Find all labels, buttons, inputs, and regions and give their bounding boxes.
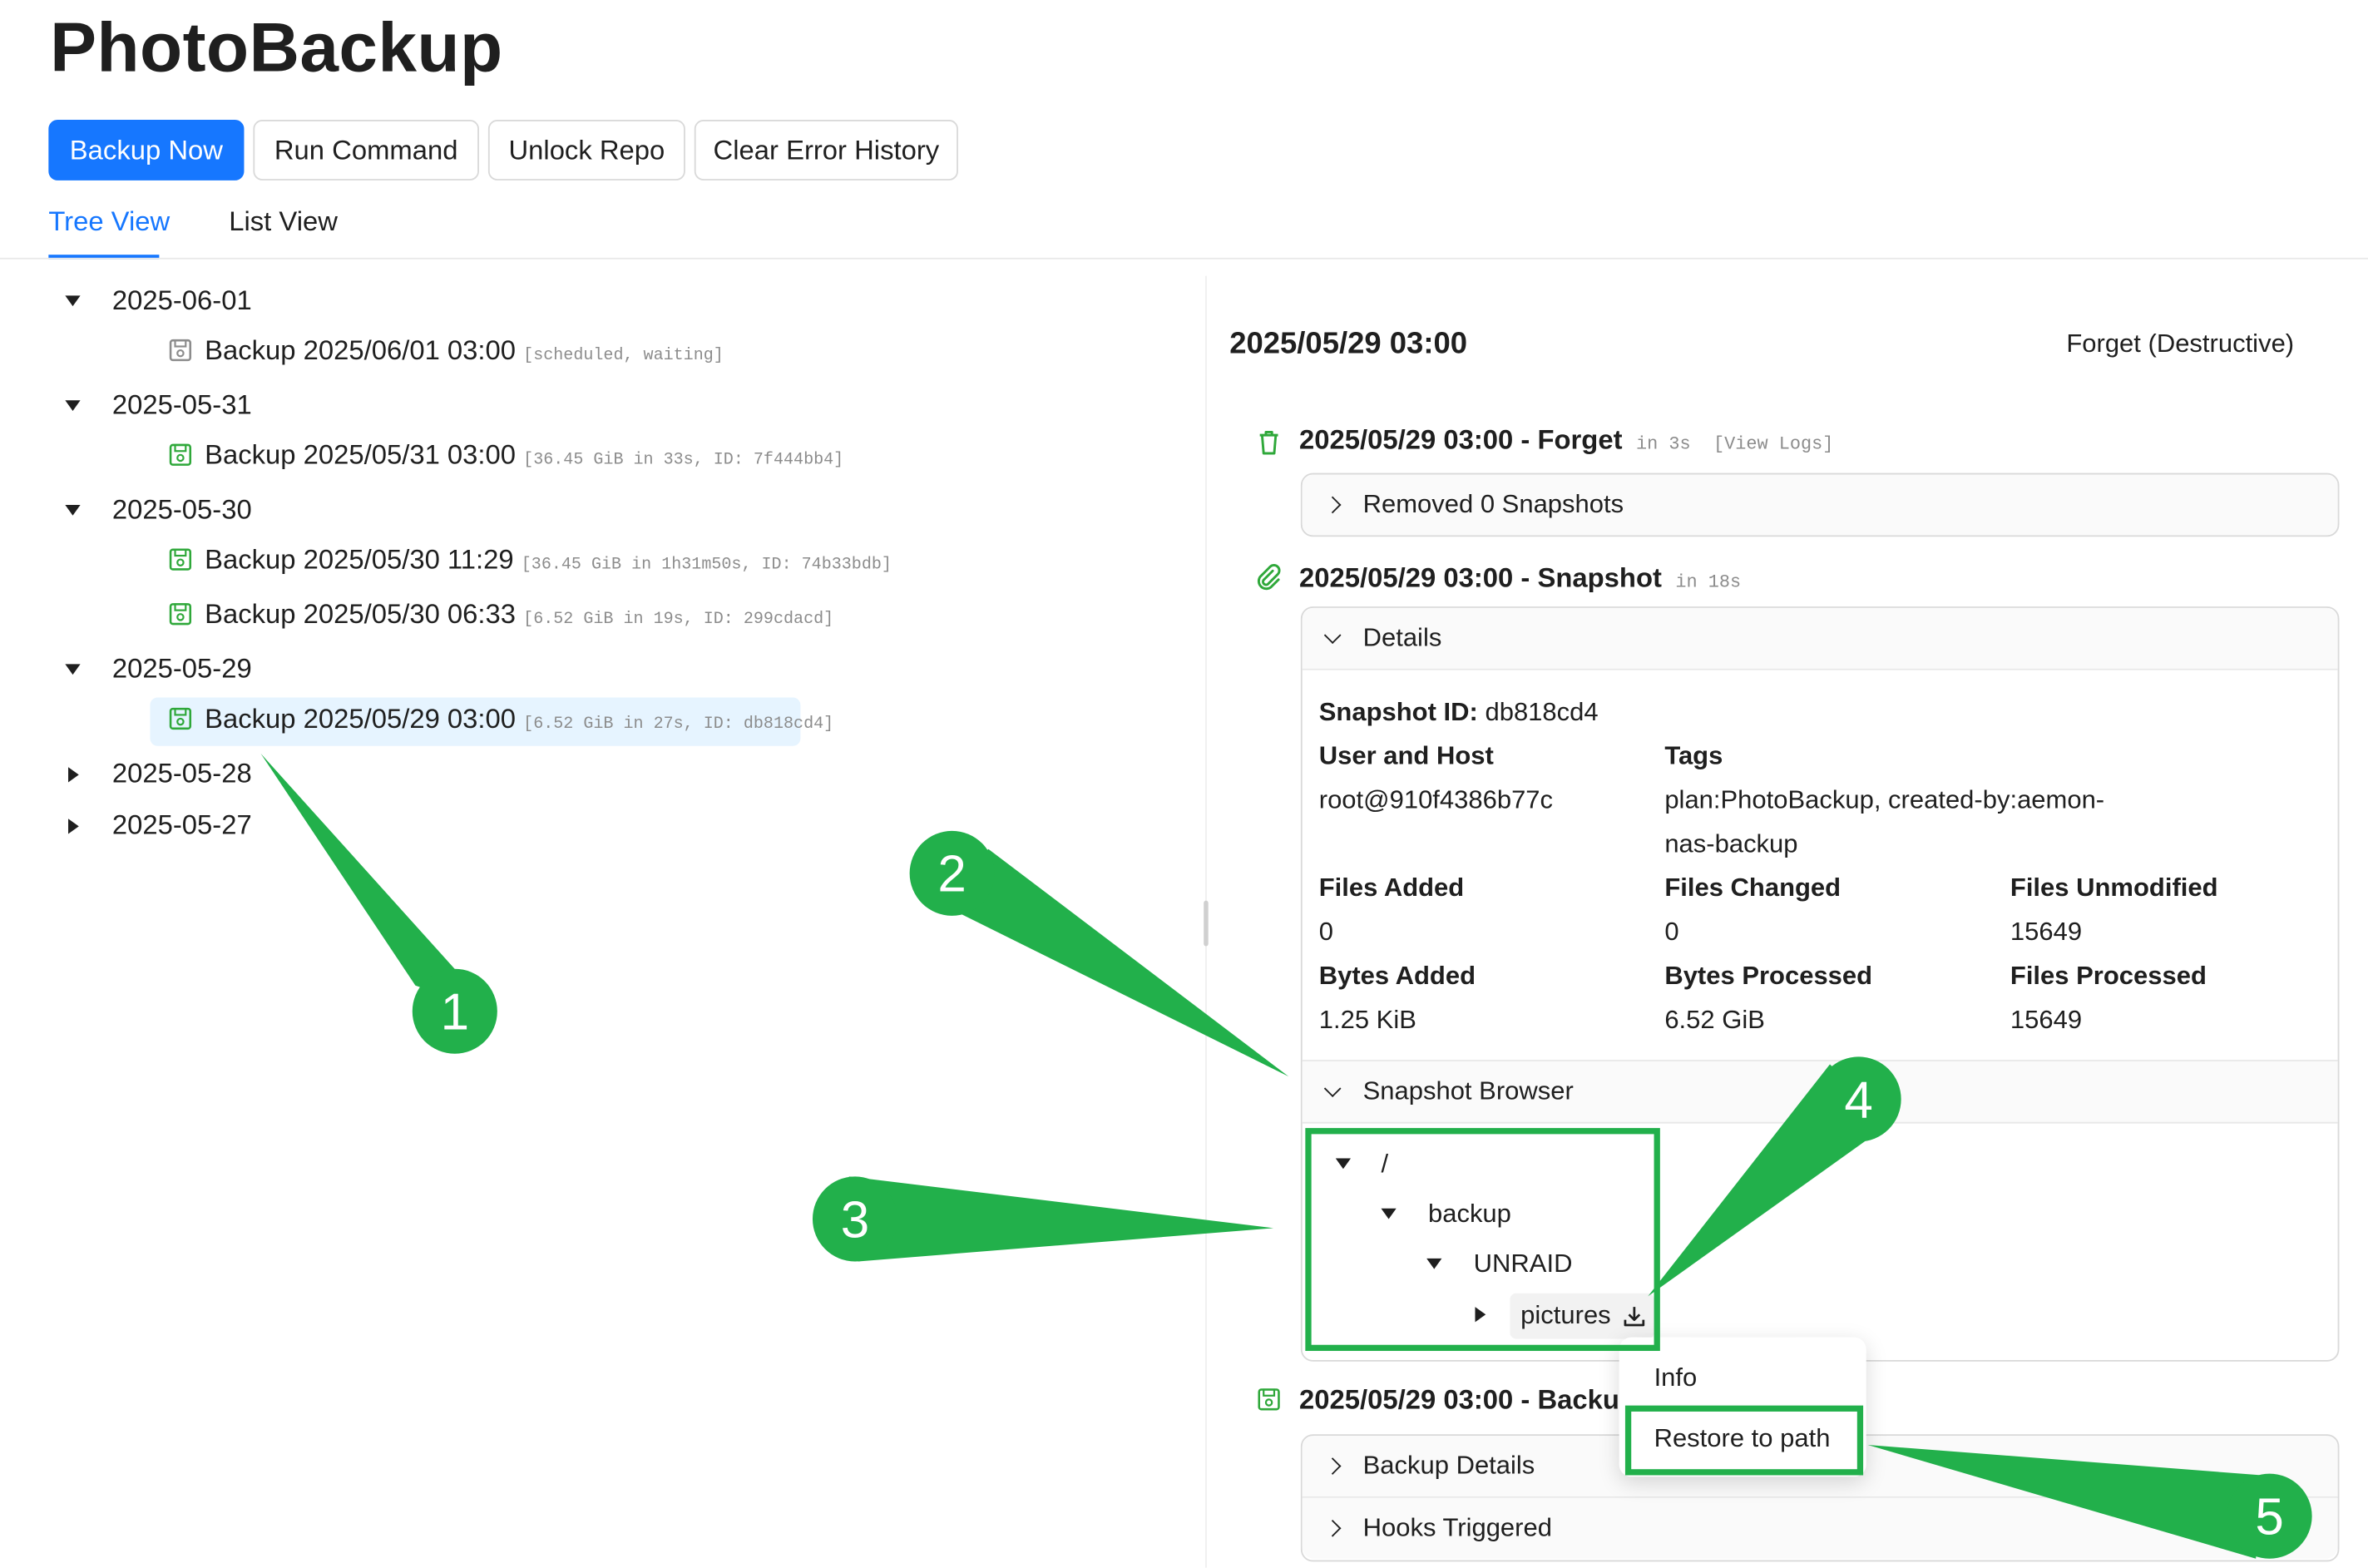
run-command-button[interactable]: Run Command [253, 119, 479, 181]
forget-op-title: 2025/05/29 03:00 - Forget [1299, 424, 1623, 455]
tags-value-line1: plan:PhotoBackup, created-by:aemon- [1664, 785, 2105, 814]
snapshot-id-row: Snapshot ID: db818cd4 [1319, 697, 1599, 727]
tree-day-2025-05-29[interactable]: 2025-05-29 [112, 654, 252, 685]
tree-backup-item-selected[interactable]: Backup 2025/05/29 03:00 [6.52 GiB in 27s… [205, 704, 833, 735]
tab-tree-view[interactable]: Tree View [48, 206, 170, 238]
save-icon [169, 443, 192, 466]
hooks-triggered-header[interactable]: Hooks Triggered [1302, 1497, 2338, 1559]
snapshot-id-label: Snapshot ID: [1318, 697, 1478, 727]
caret-down-icon[interactable] [65, 295, 81, 307]
save-icon [169, 339, 192, 362]
unlock-repo-button[interactable]: Unlock Repo [487, 119, 685, 181]
tree-backup-meta: [6.52 GiB in 27s, ID: db818cd4] [523, 715, 834, 735]
chevron-down-icon [1323, 1080, 1342, 1098]
tree-day-2025-05-31[interactable]: 2025-05-31 [112, 389, 252, 421]
caret-down-icon[interactable] [65, 504, 81, 516]
caret-down-icon[interactable] [65, 400, 81, 411]
tree-backup-item[interactable]: Backup 2025/05/30 11:29 [36.45 GiB in 1h… [205, 544, 892, 576]
tree-backup-meta: [scheduled, waiting] [523, 347, 724, 366]
chevron-right-icon [1323, 1519, 1342, 1537]
files-added-value: 0 [1318, 917, 1334, 947]
detail-title: 2025/05/29 03:00 [1229, 327, 1468, 361]
snapshot-id-value: db818cd4 [1485, 697, 1599, 727]
snapshot-browser-label: Snapshot Browser [1362, 1076, 1574, 1106]
files-added-label: Files Added [1318, 873, 1465, 903]
trash-icon [1259, 431, 1278, 455]
bytes-processed-label: Bytes Processed [1664, 961, 1873, 991]
callout-1-number: 1 [441, 984, 469, 1041]
bytes-added-value: 1.25 KiB [1318, 1005, 1416, 1035]
user-host-label: User and Host [1318, 741, 1494, 770]
files-unmodified-label: Files Unmodified [2010, 873, 2218, 903]
chevron-down-icon [1323, 626, 1342, 645]
tree-backup-meta: [6.52 GiB in 19s, ID: 299cdacd] [523, 611, 834, 630]
forget-op-duration: in 3s [1635, 433, 1691, 455]
snapshot-browser-header[interactable]: Snapshot Browser [1302, 1060, 2338, 1124]
files-processed-value: 15649 [2010, 1005, 2083, 1035]
save-icon [1258, 1388, 1280, 1411]
caret-right-icon[interactable] [68, 767, 79, 783]
tree-backup-meta: [36.45 GiB in 33s, ID: 7f444bb4] [523, 452, 844, 471]
annotation-box-restore [1624, 1405, 1864, 1476]
save-icon [169, 548, 192, 571]
forget-destructive-button[interactable]: Forget (Destructive) [2066, 329, 2294, 359]
save-icon [169, 603, 192, 626]
tree-backup-label: Backup 2025/05/31 03:00 [205, 439, 517, 471]
forget-collapse-header[interactable]: Removed 0 Snapshots [1302, 474, 2338, 536]
tree-day-2025-06-01[interactable]: 2025-06-01 [112, 285, 252, 317]
tags-value-line2: nas-backup [1664, 829, 1798, 858]
files-processed-label: Files Processed [2010, 961, 2207, 991]
callout-2: 2 [909, 830, 1289, 1077]
tree-backup-label: Backup 2025/05/30 11:29 [205, 544, 514, 575]
tree-day-2025-05-27[interactable]: 2025-05-27 [112, 809, 252, 841]
forget-op-header: 2025/05/29 03:00 - Forget in 3s [View Lo… [1299, 424, 1833, 456]
files-changed-label: Files Changed [1664, 873, 1842, 903]
callout-3-number: 3 [841, 1191, 869, 1249]
clear-error-history-button[interactable]: Clear Error History [694, 119, 958, 181]
details-header[interactable]: Details [1302, 607, 2338, 670]
caret-right-icon[interactable] [68, 819, 79, 834]
tab-list-view[interactable]: List View [229, 206, 338, 238]
tree-day-2025-05-28[interactable]: 2025-05-28 [112, 758, 252, 789]
tree-backup-meta: [36.45 GiB in 1h31m50s, ID: 74b33bdb] [521, 556, 892, 575]
tree-backup-label: Backup 2025/06/01 03:00 [205, 334, 517, 366]
snapshot-op-title: 2025/05/29 03:00 - Snapshot [1299, 562, 1662, 593]
bytes-processed-value: 6.52 GiB [1664, 1005, 1765, 1035]
tags-label: Tags [1664, 741, 1723, 770]
tree-backup-label: Backup 2025/05/29 03:00 [205, 703, 517, 735]
context-menu-info[interactable]: Info [1654, 1363, 1698, 1393]
backup-now-button[interactable]: Backup Now [48, 119, 245, 181]
files-unmodified-value: 15649 [2010, 917, 2083, 947]
view-logs-link[interactable]: [View Logs] [1713, 433, 1833, 455]
backup-op-title: 2025/05/29 03:00 - Backu [1299, 1384, 1619, 1415]
files-changed-value: 0 [1664, 917, 1679, 947]
caret-down-icon[interactable] [65, 664, 81, 675]
app-title: PhotoBackup [50, 7, 503, 87]
bytes-added-label: Bytes Added [1318, 961, 1476, 991]
annotation-box-snapshot-tree [1305, 1128, 1660, 1352]
forget-collapse[interactable]: Removed 0 Snapshots [1300, 472, 2340, 537]
splitter-handle[interactable] [1204, 900, 1209, 947]
tree-backup-item[interactable]: Backup 2025/06/01 03:00 [scheduled, wait… [205, 335, 724, 367]
snapshot-op-header: 2025/05/29 03:00 - Snapshot in 18s [1299, 562, 1741, 594]
snapshot-op-duration: in 18s [1675, 571, 1742, 593]
tabs-divider [0, 257, 2368, 260]
chevron-right-icon [1323, 496, 1342, 514]
callout-2-number: 2 [937, 846, 966, 903]
tree-backup-item[interactable]: Backup 2025/05/30 06:33 [6.52 GiB in 19s… [205, 599, 833, 631]
hooks-triggered-label: Hooks Triggered [1362, 1513, 1552, 1542]
chevron-right-icon [1323, 1457, 1342, 1475]
details-label: Details [1362, 623, 1442, 652]
callout-1: 1 [260, 753, 497, 1054]
backup-details-label: Backup Details [1362, 1451, 1535, 1480]
tree-day-2025-05-30[interactable]: 2025-05-30 [112, 494, 252, 526]
callout-3: 3 [812, 1176, 1274, 1262]
save-icon [169, 707, 192, 730]
tree-backup-label: Backup 2025/05/30 06:33 [205, 598, 517, 630]
user-host-value: root@910f4386b77c [1318, 785, 1554, 814]
tree-backup-item[interactable]: Backup 2025/05/31 03:00 [36.45 GiB in 33… [205, 440, 843, 472]
paperclip-icon [1257, 564, 1281, 591]
removed-snapshots-label: Removed 0 Snapshots [1362, 489, 1624, 519]
